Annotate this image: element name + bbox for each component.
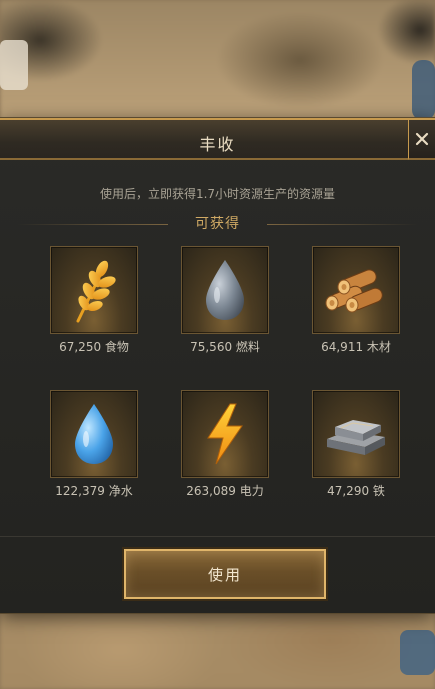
iron-ingot-icon [327, 420, 385, 455]
divider-line [267, 224, 417, 225]
resource-tile-iron[interactable] [312, 390, 400, 478]
footer-divider [0, 536, 435, 537]
oil-drop-icon [206, 260, 244, 320]
close-button[interactable] [408, 118, 435, 160]
close-icon [415, 132, 429, 146]
background-ui-element [412, 60, 435, 120]
wood-logs-icon [325, 269, 383, 313]
section-header: 可获得 [0, 212, 435, 234]
resource-tile-power[interactable] [181, 390, 269, 478]
resource-label-iron: 47,290 铁 [327, 484, 385, 498]
harvest-dialog: 丰收 使用后，立即获得1.7小时资源生产的资源量 可获得 67,250 食物 7… [0, 118, 435, 613]
resource-tile-food[interactable] [50, 246, 138, 334]
resource-tile-wood[interactable] [312, 246, 400, 334]
dialog-title: 丰收 [199, 135, 236, 154]
background-ui-element [400, 630, 435, 675]
dialog-title-bar: 丰收 [0, 118, 435, 160]
water-drop-icon [75, 404, 113, 464]
wheat-icon [76, 260, 116, 323]
resource-tile-fuel[interactable] [181, 246, 269, 334]
background-building [0, 40, 28, 90]
section-title: 可获得 [195, 216, 240, 232]
resource-label-fuel: 75,560 燃料 [190, 340, 260, 354]
use-button[interactable]: 使用 [124, 549, 326, 599]
resource-label-water: 122,379 净水 [55, 484, 133, 498]
resource-label-wood: 64,911 木材 [321, 340, 391, 354]
use-button-label: 使用 [207, 565, 242, 584]
resource-tile-water[interactable] [50, 390, 138, 478]
resource-label-food: 67,250 食物 [59, 340, 129, 354]
dialog-description: 使用后，立即获得1.7小时资源生产的资源量 [99, 187, 336, 201]
lightning-icon [207, 403, 243, 465]
resource-label-power: 263,089 电力 [186, 484, 264, 498]
